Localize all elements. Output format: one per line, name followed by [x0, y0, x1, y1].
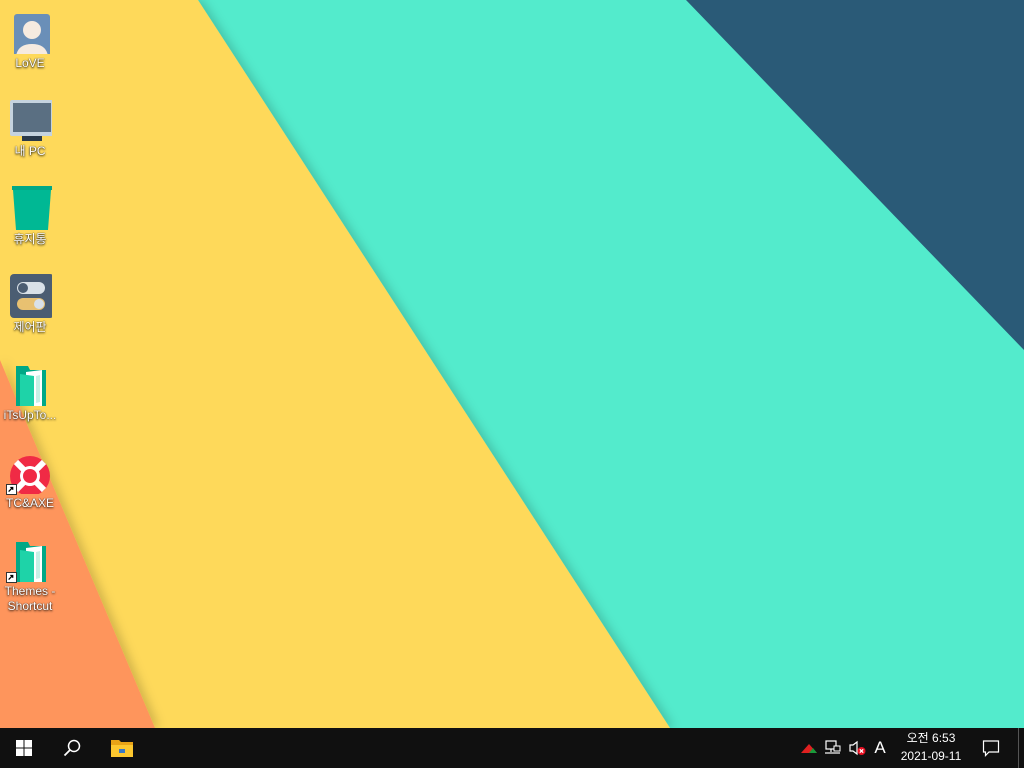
desktop-icon-control-panel[interactable]: 제어판: [2, 268, 58, 348]
clock[interactable]: 오전 6:53 2021-09-11: [892, 728, 970, 768]
app-tray-icon: [801, 744, 817, 753]
desktop-icon-itsupto[interactable]: iTsUpTo...: [2, 356, 58, 436]
user-icon: [14, 14, 50, 54]
desktop[interactable]: LoVE 내 PC 휴지통 제어판 iTsUpTo... TC&AXE Them…: [0, 0, 1024, 728]
clock-date: 2021-09-11: [900, 749, 962, 763]
wallpaper: [0, 0, 1024, 728]
windows-logo-icon: [16, 740, 32, 756]
show-desktop-button[interactable]: [1018, 728, 1019, 768]
file-explorer-button[interactable]: [98, 728, 146, 768]
shortcut-arrow-icon: [6, 484, 17, 495]
desktop-icon-love[interactable]: LoVE: [2, 4, 58, 84]
desktop-icon-label: TC&AXE: [5, 496, 54, 510]
volume-muted-icon: [849, 740, 866, 756]
volume-tray-button[interactable]: [846, 728, 868, 768]
clock-time: 오전 6:53: [906, 731, 956, 745]
desktop-icon-recycle-bin[interactable]: 휴지통: [2, 180, 58, 260]
desktop-icon-label: iTsUpTo...: [3, 408, 57, 422]
desktop-icon-label: 제어판: [13, 320, 47, 334]
control-panel-icon: [10, 274, 52, 318]
start-button[interactable]: [0, 728, 48, 768]
desktop-icon-themes-shortcut[interactable]: Themes - Shortcut: [2, 532, 58, 613]
file-explorer-icon: [111, 740, 133, 757]
shortcut-arrow-icon: [6, 572, 17, 583]
notification-icon: [982, 740, 1000, 757]
taskbar: A 오전 6:53 2021-09-11: [0, 728, 1024, 768]
network-icon: [825, 740, 841, 754]
desktop-icon-label: Themes - Shortcut: [4, 584, 56, 613]
desktop-icons: LoVE 내 PC 휴지통 제어판 iTsUpTo... TC&AXE Them…: [0, 0, 80, 728]
action-center-button[interactable]: [976, 728, 1006, 768]
folder-icon: [16, 366, 46, 406]
input-indicator[interactable]: A: [868, 728, 892, 768]
search-button[interactable]: [48, 728, 96, 768]
recycle-bin-icon: [12, 186, 52, 230]
desktop-icon-tc-axe[interactable]: TC&AXE: [2, 444, 58, 524]
desktop-icon-this-pc[interactable]: 내 PC: [2, 92, 58, 172]
desktop-icon-label: LoVE: [15, 56, 45, 70]
search-icon: [63, 739, 81, 757]
tray-app-icon[interactable]: [798, 728, 820, 768]
desktop-icon-label: 휴지통: [13, 232, 47, 246]
desktop-icon-label: 내 PC: [14, 144, 46, 158]
monitor-icon: [10, 100, 52, 141]
network-tray-button[interactable]: [822, 728, 844, 768]
